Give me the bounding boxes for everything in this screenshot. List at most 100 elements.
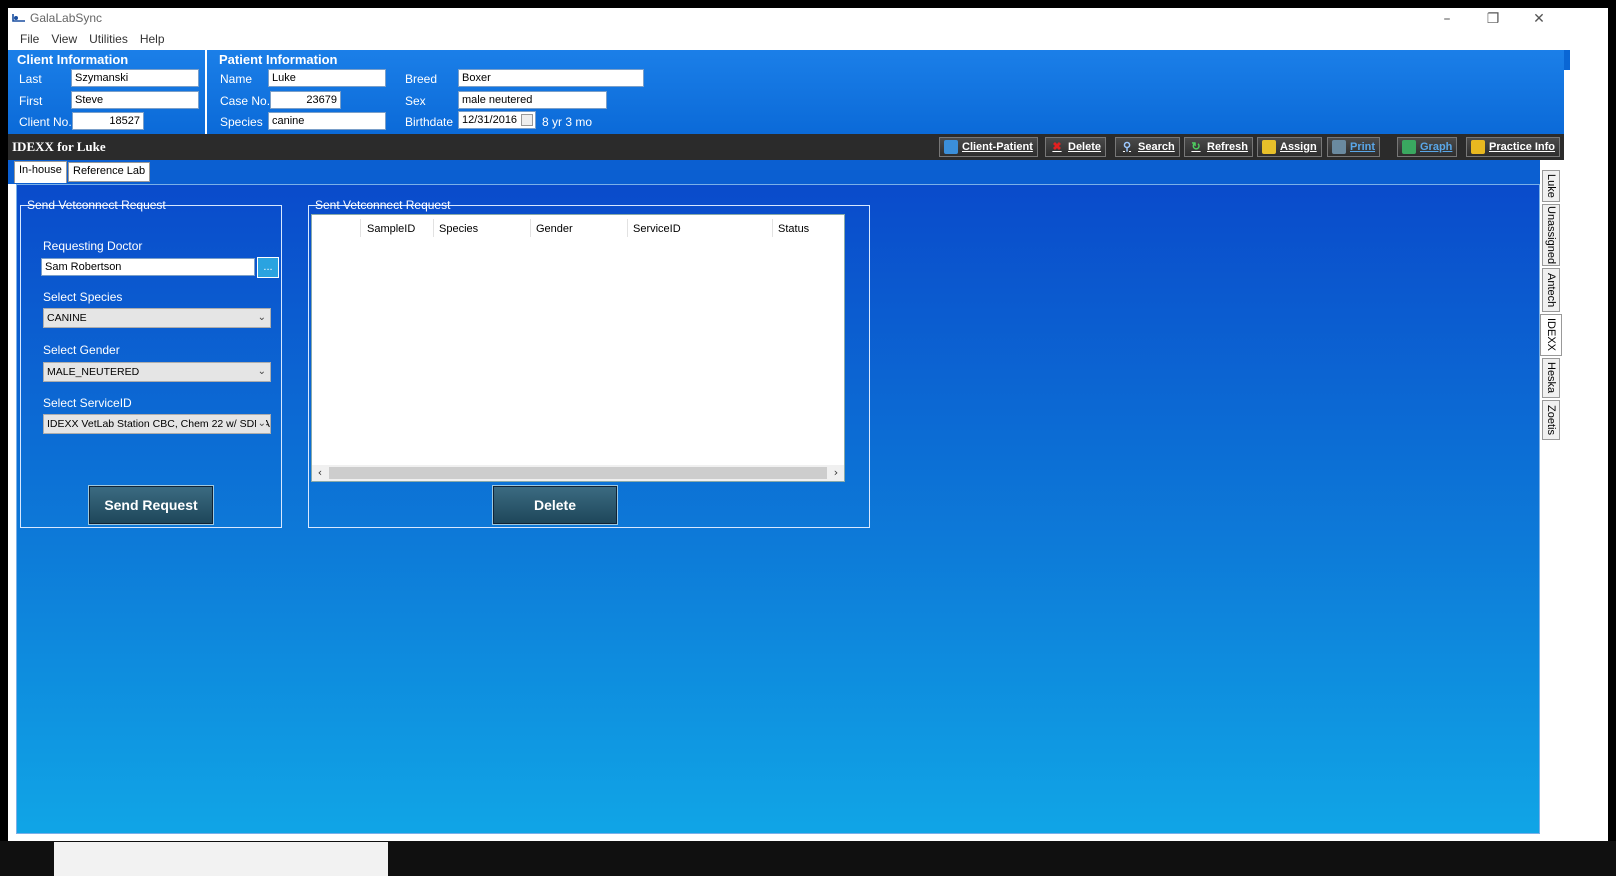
sent-request-title: Sent Vetconnect Request: [315, 198, 451, 212]
side-tab-heska[interactable]: Heska: [1542, 358, 1560, 398]
folder-icon: [1262, 140, 1276, 154]
tab-reference-lab[interactable]: Reference Lab: [68, 162, 151, 182]
assign-button[interactable]: Assign: [1257, 137, 1322, 157]
species-label: Species: [220, 115, 263, 129]
client-last-label: Last: [19, 72, 42, 86]
menu-bar: File View Utilities Help: [8, 30, 1608, 50]
search-button[interactable]: ⚲ Search: [1115, 137, 1180, 157]
browse-doctor-button[interactable]: ...: [257, 257, 279, 278]
client-info-heading: Client Information: [17, 52, 129, 67]
magnifier-icon: ⚲: [1122, 141, 1132, 153]
menu-view[interactable]: View: [45, 30, 83, 50]
age-text: 8 yr 3 mo: [542, 115, 593, 129]
patient-info-heading: Patient Information: [219, 52, 338, 67]
client-patient-button[interactable]: Client-Patient: [939, 137, 1038, 157]
sent-requests-grid[interactable]: SampleID Species Gender ServiceID Status…: [311, 214, 845, 482]
column-header-species[interactable]: Species: [439, 223, 478, 235]
column-header-serviceid[interactable]: ServiceID: [633, 223, 681, 235]
serviceid-select[interactable]: IDEXX VetLab Station CBC, Chem 22 w/ SDM…: [43, 414, 271, 434]
header-info: Client Information Last Szymanski First …: [8, 50, 1608, 134]
delete-request-button[interactable]: Delete: [492, 485, 618, 525]
galalab-icon: [12, 14, 25, 22]
toolbar: IDEXX for Luke Client-Patient ✖ Delete ⚲ S…: [8, 134, 1608, 160]
restore-button[interactable]: ❐: [1470, 8, 1516, 30]
print-button[interactable]: Print: [1327, 137, 1381, 157]
send-request-button[interactable]: Send Request: [88, 485, 214, 525]
minimize-button[interactable]: –: [1424, 8, 1470, 30]
tab-in-house[interactable]: In-house: [14, 161, 67, 183]
sex-field[interactable]: male neutered: [458, 91, 607, 109]
main-panel: Send Vetconnect Request Requesting Docto…: [16, 184, 1540, 834]
requesting-doctor-label: Requesting Doctor: [43, 239, 143, 253]
case-no-field[interactable]: 23679: [270, 91, 341, 109]
column-header-gender[interactable]: Gender: [536, 223, 573, 235]
menu-help[interactable]: Help: [134, 30, 171, 50]
graph-button[interactable]: Graph: [1397, 137, 1458, 157]
column-separator: [772, 219, 773, 237]
menu-utilities[interactable]: Utilities: [83, 30, 134, 50]
select-serviceid-label: Select ServiceID: [43, 396, 132, 410]
column-separator: [530, 219, 531, 237]
side-tab-unassigned[interactable]: Unassigned: [1542, 204, 1560, 266]
client-no-field[interactable]: 18527: [72, 112, 144, 130]
species-field[interactable]: canine: [268, 112, 386, 130]
client-no-label: Client No.: [19, 115, 72, 129]
patient-name-field[interactable]: Luke: [268, 69, 386, 87]
scroll-right-icon[interactable]: ›: [828, 465, 844, 481]
breed-field[interactable]: Boxer: [458, 69, 644, 87]
delete-toolbar-button[interactable]: ✖ Delete: [1045, 137, 1107, 157]
column-header-sampleid[interactable]: SampleID: [367, 223, 415, 235]
side-tab-luke[interactable]: Luke: [1542, 170, 1560, 202]
refresh-button[interactable]: ↻ Refresh: [1184, 137, 1253, 157]
client-first-label: First: [19, 94, 43, 108]
scroll-left-icon[interactable]: ‹: [312, 465, 328, 481]
menu-file[interactable]: File: [14, 30, 45, 50]
column-separator: [360, 219, 361, 237]
chevron-down-icon: ⌄: [257, 366, 266, 377]
client-first-field[interactable]: Steve: [71, 91, 199, 109]
column-separator: [433, 219, 434, 237]
graph-icon: [1402, 140, 1416, 154]
taskbar: [0, 841, 1616, 876]
window-title: GalaLabSync: [30, 11, 103, 25]
chevron-down-icon: ⌄: [257, 312, 266, 323]
gender-select[interactable]: MALE_NEUTERED ⌄: [43, 362, 271, 382]
notepad-icon: [1471, 140, 1485, 154]
red-x-icon: ✖: [1052, 141, 1062, 153]
window-edge: [1564, 50, 1570, 70]
title-bar: GalaLabSync – ❐ ✕: [8, 8, 1608, 30]
breed-label: Breed: [405, 72, 438, 86]
column-header-status[interactable]: Status: [778, 223, 809, 235]
side-tabs: Luke Unassigned Antech IDEXX Heska Zoeti…: [1540, 160, 1564, 840]
side-tab-antech[interactable]: Antech: [1542, 268, 1560, 312]
column-separator: [627, 219, 628, 237]
sent-request-group: Sent Vetconnect Request SampleID Species…: [308, 198, 870, 528]
side-tab-zoetis[interactable]: Zoetis: [1542, 400, 1560, 440]
taskbar-search-box[interactable]: [54, 842, 388, 876]
header-divider: [205, 50, 207, 134]
send-request-group: Send Vetconnect Request Requesting Docto…: [20, 198, 282, 528]
birthdate-value: 12/31/2016: [462, 114, 518, 126]
scrollbar-thumb[interactable]: [329, 467, 827, 479]
case-no-label: Case No.: [220, 94, 271, 108]
patient-name-label: Name: [220, 72, 253, 86]
calendar-icon[interactable]: [521, 114, 533, 126]
side-tab-idexx[interactable]: IDEXX: [1540, 314, 1562, 356]
app-window: GalaLabSync – ❐ ✕ File View Utilities He…: [8, 8, 1608, 868]
sex-label: Sex: [405, 94, 426, 108]
birthdate-field[interactable]: 12/31/2016: [458, 111, 536, 129]
refresh-icon: ↻: [1191, 141, 1201, 153]
chevron-down-icon: ⌄: [255, 418, 266, 429]
users-icon: [944, 140, 958, 154]
client-last-field[interactable]: Szymanski: [71, 69, 199, 87]
requesting-doctor-field[interactable]: Sam Robertson: [41, 258, 255, 276]
horizontal-scrollbar[interactable]: ‹ ›: [312, 465, 844, 481]
birthdate-label: Birthdate: [405, 115, 454, 129]
send-request-title: Send Vetconnect Request: [27, 198, 166, 212]
lab-tab-strip: In-house Reference Lab: [8, 160, 1540, 184]
right-margin: [1564, 50, 1608, 840]
close-button[interactable]: ✕: [1516, 8, 1562, 30]
species-select[interactable]: CANINE ⌄: [43, 308, 271, 328]
practice-info-button[interactable]: Practice Info: [1466, 137, 1561, 157]
select-species-label: Select Species: [43, 290, 123, 304]
